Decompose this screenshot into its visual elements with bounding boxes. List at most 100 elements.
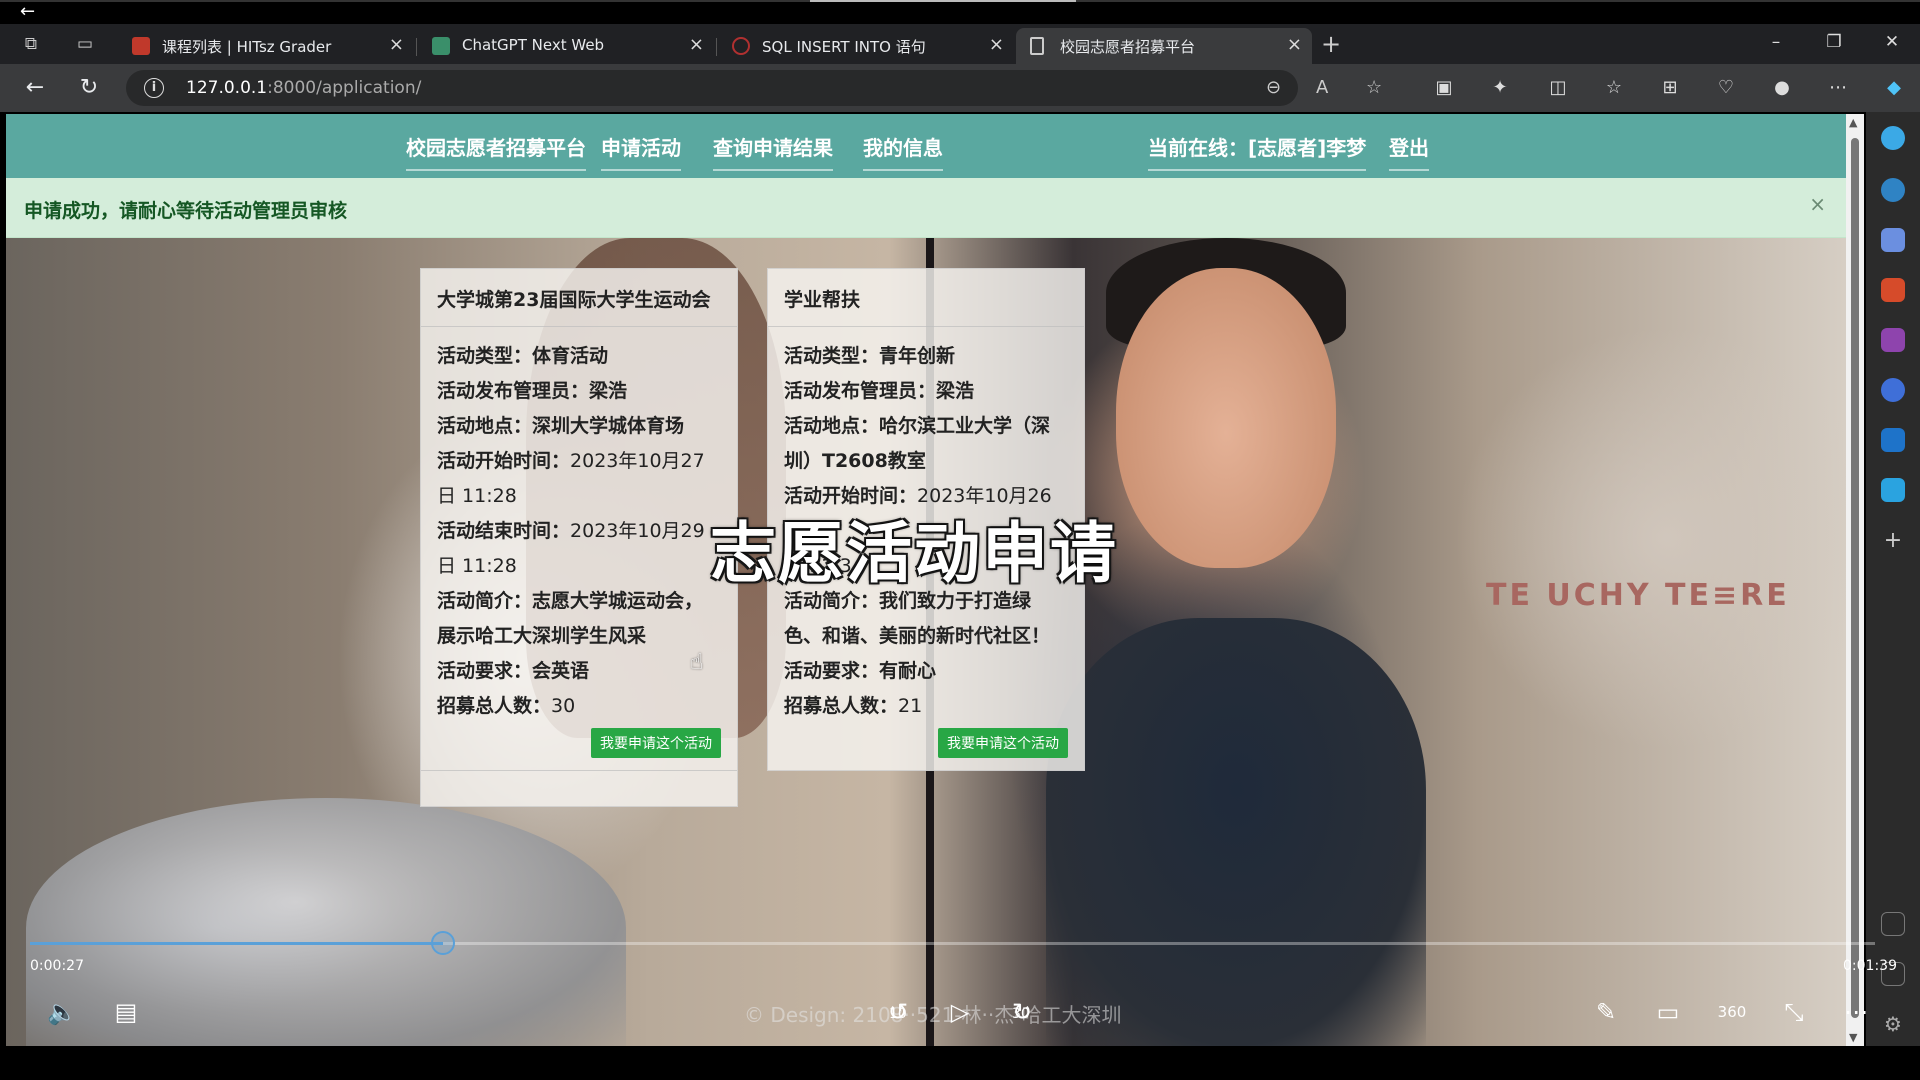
browser-tab-2[interactable]: ChatGPT Next Web × (418, 28, 714, 64)
design-credit: © Design: 2108··521-林··杰-哈工大深圳 (744, 1003, 1122, 1027)
close-window-icon[interactable]: ✕ (1872, 32, 1912, 56)
back-icon[interactable]: ← (20, 74, 50, 102)
card-row: 招募总人数：21 (784, 689, 1068, 724)
more-options-icon[interactable]: ⋯ (1838, 996, 1874, 1028)
apply-activity-button[interactable]: 我要申请这个活动 (591, 728, 721, 758)
player-bottom-bar (0, 1046, 1920, 1080)
card-row: 活动简介：志愿大学城运动会，展示哈工大深圳学生风采 (437, 584, 721, 654)
hide-sidebar-icon[interactable] (1881, 912, 1905, 936)
player-top-bar: ← (0, 0, 1920, 24)
nav-logout[interactable]: 登出 (1389, 132, 1429, 171)
row-label: 活动要求： (784, 660, 880, 682)
video-progress-bar[interactable] (30, 942, 1875, 945)
add-icon[interactable]: + (1881, 530, 1905, 554)
tab-actions-icon[interactable]: ▭ (72, 32, 98, 56)
minimize-icon[interactable]: – (1756, 32, 1796, 56)
card-row: 活动结束时间：2023年10月29日 11:28 (437, 514, 721, 584)
tab-separator (716, 38, 717, 56)
success-alert: 申请成功，请耐心等待活动管理员审核 × (6, 178, 1846, 238)
apply-activity-button[interactable]: 我要申请这个活动 (938, 728, 1068, 758)
row-label: 活动开始时间： (437, 450, 571, 472)
hero-photo-shirt-right (1046, 618, 1426, 1046)
browser-tab-3[interactable]: SQL INSERT INTO 语句 × (718, 28, 1014, 64)
card-row: 活动类型：青年创新 (784, 339, 1068, 374)
hero-watermark-text: TE UCHY TE≡RE (1486, 578, 1790, 613)
favorite-star-icon[interactable]: ☆ (1366, 77, 1382, 98)
profile-avatar-icon[interactable]: ● (1768, 74, 1796, 102)
close-tab-icon[interactable]: × (989, 34, 1004, 55)
row-label: 活动简介： (437, 590, 533, 612)
new-tab-icon[interactable]: + (1318, 32, 1344, 56)
row-label: 招募总人数： (784, 695, 899, 717)
close-tab-icon[interactable]: × (1287, 34, 1302, 55)
reload-icon[interactable]: ↻ (74, 74, 104, 102)
collections-icon[interactable]: ⊞ (1656, 74, 1684, 102)
extensions-puzzle-icon[interactable]: ✦ (1486, 74, 1514, 102)
skip-forward-seconds: 30 (1012, 1006, 1030, 1022)
row-label: 招募总人数： (437, 695, 552, 717)
card-row: 活动类型：体育活动 (437, 339, 721, 374)
workspaces-icon[interactable]: ⧉ (18, 32, 44, 56)
browser-tab-strip: ⧉ ▭ 课程列表 | HITsz Grader × ChatGPT Next W… (0, 24, 1920, 64)
close-tab-icon[interactable]: × (689, 34, 704, 55)
shopping-tag-icon[interactable] (1881, 228, 1905, 252)
browser-tab-4-active[interactable]: 校园志愿者招募平台 × (1016, 28, 1312, 64)
nav-apply-activity[interactable]: 申请活动 (601, 132, 681, 171)
card-body: 活动类型：体育活动 活动发布管理员：梁浩 活动地点：深圳大学城体育场 活动开始时… (421, 327, 737, 770)
browser-essentials-icon[interactable]: ♡ (1712, 74, 1740, 102)
mini-view-icon[interactable]: ▭ (1650, 996, 1686, 1028)
outlook-icon[interactable] (1881, 428, 1905, 452)
games-icon[interactable] (1881, 328, 1905, 352)
back-arrow-icon[interactable]: ← (20, 3, 35, 21)
subtitles-icon[interactable]: ▤ (108, 996, 144, 1028)
restore-icon[interactable]: ❐ (1814, 32, 1854, 56)
extension-icon[interactable]: ▣ (1430, 74, 1458, 102)
site-info-icon[interactable]: i (144, 78, 164, 98)
more-menu-icon[interactable]: ⋯ (1824, 74, 1852, 102)
tools-briefcase-icon[interactable] (1881, 278, 1905, 302)
pen-icon[interactable]: ✎ (1588, 996, 1624, 1028)
tab-separator (416, 38, 417, 56)
favorites-icon[interactable]: ☆ (1600, 74, 1628, 102)
url-host: 127.0.0.1 (186, 78, 268, 98)
volume-icon[interactable]: 🔈 (44, 996, 80, 1028)
search-icon[interactable] (1881, 178, 1905, 202)
notifications-bell-icon[interactable] (1881, 126, 1905, 150)
vr-360-icon[interactable]: 360 (1714, 996, 1750, 1028)
play-icon[interactable]: ▷ (942, 996, 978, 1028)
card-row: 招募总人数：30 (437, 689, 721, 724)
nav-brand[interactable]: 校园志愿者招募平台 (406, 132, 586, 171)
split-screen-icon[interactable]: ◫ (1544, 74, 1572, 102)
row-value: 体育活动 (532, 345, 609, 367)
card-title: 学业帮扶 (768, 269, 1084, 327)
settings-gear-icon[interactable]: ⚙ (1881, 1012, 1905, 1036)
copilot-icon[interactable]: ◆ (1880, 74, 1908, 102)
player-top-line-segment (810, 0, 1076, 2)
row-value: 青年创新 (879, 345, 956, 367)
read-aloud-icon[interactable]: A (1316, 77, 1328, 98)
close-alert-icon[interactable]: × (1809, 192, 1826, 216)
browser-tab-1[interactable]: 课程列表 | HITsz Grader × (118, 28, 414, 64)
card-row: 活动地点：深圳大学城体育场 (437, 409, 721, 444)
nav-current-user[interactable]: 当前在线：[志愿者]李梦 (1148, 132, 1367, 171)
close-tab-icon[interactable]: × (389, 34, 404, 55)
send-icon[interactable] (1881, 478, 1905, 502)
player-top-line (0, 0, 1920, 2)
nav-my-info[interactable]: 我的信息 (863, 132, 943, 171)
nav-query-results[interactable]: 查询申请结果 (713, 132, 833, 171)
total-time: 0:01:39 (1843, 958, 1897, 974)
copilot-side-icon[interactable] (1881, 378, 1905, 402)
exit-fullscreen-icon[interactable]: ⤡ (1776, 996, 1812, 1028)
scroll-up-arrow-icon[interactable]: ▲ (1849, 116, 1857, 129)
row-value: 会英语 (532, 660, 590, 682)
zoom-icon[interactable]: ⊖ (1266, 77, 1281, 98)
row-value: 梁浩 (936, 380, 975, 402)
row-label: 活动结束时间： (437, 520, 571, 542)
row-value: 21 (898, 695, 923, 717)
address-bar[interactable]: i 127.0.0.1:8000/application/ ⊖ A ☆ (126, 70, 1382, 106)
scrollbar-thumb[interactable] (1851, 138, 1859, 1018)
page-scrollbar[interactable]: ▲ ▼ (1846, 114, 1864, 1046)
url-text[interactable]: 127.0.0.1:8000/application/ (186, 78, 421, 98)
scroll-down-arrow-icon[interactable]: ▼ (1849, 1031, 1857, 1044)
row-label: 活动类型： (437, 345, 533, 367)
